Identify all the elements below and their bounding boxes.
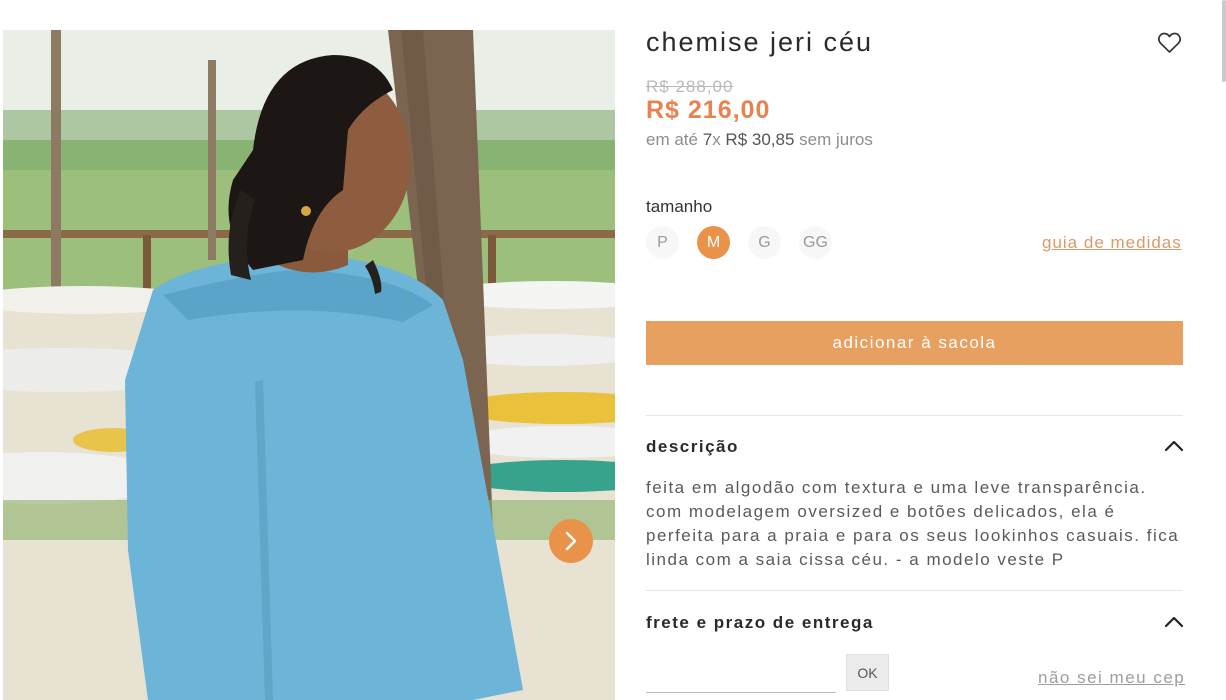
add-to-bag-button[interactable]: adicionar à sacola: [646, 321, 1183, 365]
installments-times: x: [712, 130, 721, 149]
size-label: tamanho: [646, 197, 713, 216]
size-option-m[interactable]: M: [697, 226, 730, 259]
divider: [646, 590, 1183, 591]
chevron-right-icon: [565, 531, 577, 551]
size-option-gg[interactable]: GG: [799, 226, 832, 259]
installments-info: em até 7x R$ 30,85 sem juros: [646, 130, 873, 150]
chevron-up-icon[interactable]: [1164, 616, 1184, 628]
size-guide-link[interactable]: guia de medidas: [1042, 233, 1182, 253]
product-title: chemise jeri céu: [646, 27, 874, 57]
old-price: R$ 288,00: [646, 77, 734, 96]
installments-count: 7: [702, 130, 713, 149]
shipping-header[interactable]: frete e prazo de entrega: [646, 613, 874, 633]
installments-amount: R$ 30,85: [725, 130, 795, 149]
heart-icon: [1157, 32, 1182, 53]
product-image: [3, 30, 615, 700]
cep-ok-button[interactable]: OK: [846, 654, 889, 691]
current-price: R$ 216,00: [646, 96, 771, 124]
chevron-up-icon[interactable]: [1164, 440, 1184, 452]
no-cep-link[interactable]: não sei meu cep: [1038, 668, 1185, 688]
divider: [646, 415, 1183, 416]
scrollbar[interactable]: [1222, 0, 1226, 82]
description-header[interactable]: descrição: [646, 437, 739, 457]
installments-suffix: sem juros: [799, 130, 873, 149]
cep-input[interactable]: [646, 656, 836, 693]
size-option-g[interactable]: G: [748, 226, 781, 259]
installments-prefix: em até: [646, 130, 698, 149]
description-text: feita em algodão com textura e uma leve …: [646, 478, 1180, 569]
product-photo-illustration: [3, 30, 615, 700]
size-option-p[interactable]: P: [646, 226, 679, 259]
favorite-button[interactable]: [1157, 31, 1182, 55]
next-image-button[interactable]: [549, 519, 593, 563]
